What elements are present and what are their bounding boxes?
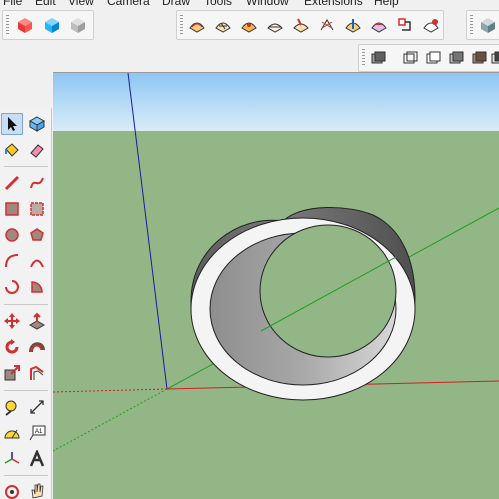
polygon-icon[interactable] (26, 224, 48, 246)
push-pull-icon[interactable] (26, 310, 48, 332)
protractor-icon[interactable] (1, 422, 23, 444)
menu-tools[interactable]: Tools (204, 0, 232, 8)
menu-help[interactable]: Help (374, 0, 399, 8)
xray-icon[interactable] (367, 47, 389, 69)
iso-view-icon[interactable] (14, 14, 36, 36)
tube-model[interactable] (190, 207, 416, 401)
pan-icon[interactable] (26, 480, 48, 499)
toolbar-separator (4, 304, 48, 305)
follow-me-icon[interactable] (26, 336, 48, 358)
menu-window[interactable]: Window (246, 0, 289, 8)
offset-icon[interactable] (26, 362, 48, 384)
toolbar-grip[interactable] (470, 15, 473, 35)
stamp-icon[interactable] (264, 14, 286, 36)
shaded-icon[interactable] (445, 47, 467, 69)
line-pencil-icon[interactable] (1, 172, 23, 194)
front-view-icon[interactable] (67, 14, 89, 36)
sky (53, 73, 499, 131)
3d-text-icon[interactable] (26, 448, 48, 470)
pie-icon[interactable] (26, 276, 48, 298)
toolbar-separator (4, 390, 48, 391)
hidden-line-icon[interactable] (422, 47, 444, 69)
circle-icon[interactable] (1, 224, 23, 246)
menu-bar: File Edit View Camera Draw Tools Window … (0, 0, 499, 8)
wireframe-icon[interactable] (399, 47, 421, 69)
monochrome-icon[interactable] (487, 47, 499, 69)
drape-icon[interactable] (290, 14, 312, 36)
svg-text:A1: A1 (35, 429, 43, 435)
orbit-icon[interactable] (1, 480, 23, 499)
menu-edit[interactable]: Edit (35, 0, 56, 8)
large-tool-set: A1 (0, 108, 52, 499)
paint-bucket-icon[interactable] (1, 139, 23, 161)
sandbox-from-contours-icon[interactable] (186, 14, 208, 36)
toolbar-area (0, 8, 499, 72)
rotate-icon[interactable] (1, 336, 23, 358)
axes-icon[interactable] (1, 448, 23, 470)
dimension-icon[interactable] (26, 396, 48, 418)
toolbar-separator (4, 475, 48, 476)
menu-extensions[interactable]: Extensions (304, 0, 363, 8)
smoove-icon[interactable] (238, 14, 260, 36)
model-viewport[interactable] (53, 72, 499, 499)
move-icon[interactable] (1, 310, 23, 332)
add-detail-icon[interactable] (316, 14, 338, 36)
menu-draw[interactable]: Draw (162, 0, 190, 8)
two-point-arc-icon[interactable] (26, 250, 48, 272)
flip-edge-icon[interactable] (342, 14, 364, 36)
arc-icon[interactable] (1, 250, 23, 272)
text-icon[interactable]: A1 (26, 422, 48, 444)
freehand-icon[interactable] (26, 172, 48, 194)
flip-icon[interactable] (394, 14, 416, 36)
style-icon[interactable] (477, 14, 499, 36)
select-arrow-icon[interactable] (1, 113, 23, 135)
menu-camera[interactable]: Camera (107, 0, 150, 8)
solid-tools-icon[interactable] (420, 14, 442, 36)
top-view-icon[interactable] (41, 14, 63, 36)
eraser-icon[interactable] (26, 139, 48, 161)
rotated-rectangle-icon[interactable] (26, 198, 48, 220)
style-toolbar (466, 10, 499, 40)
sandbox-from-scratch-icon[interactable] (212, 14, 234, 36)
menu-view[interactable]: View (68, 0, 94, 8)
views-toolbar (2, 10, 94, 40)
component-icon[interactable] (26, 113, 48, 135)
tape-measure-icon[interactable] (1, 396, 23, 418)
menu-file[interactable]: File (3, 0, 22, 8)
toolbar-separator (4, 166, 48, 167)
rectangle-icon[interactable] (1, 198, 23, 220)
drape-alt-icon[interactable] (368, 14, 390, 36)
toolbar-grip[interactable] (6, 15, 9, 35)
toolbar-grip[interactable] (180, 15, 183, 35)
sandbox-toolbar (176, 10, 444, 40)
three-point-arc-icon[interactable] (1, 276, 23, 298)
toolbar-grip[interactable] (362, 49, 365, 67)
scale-icon[interactable] (1, 362, 23, 384)
styles-toolbar (358, 44, 499, 72)
